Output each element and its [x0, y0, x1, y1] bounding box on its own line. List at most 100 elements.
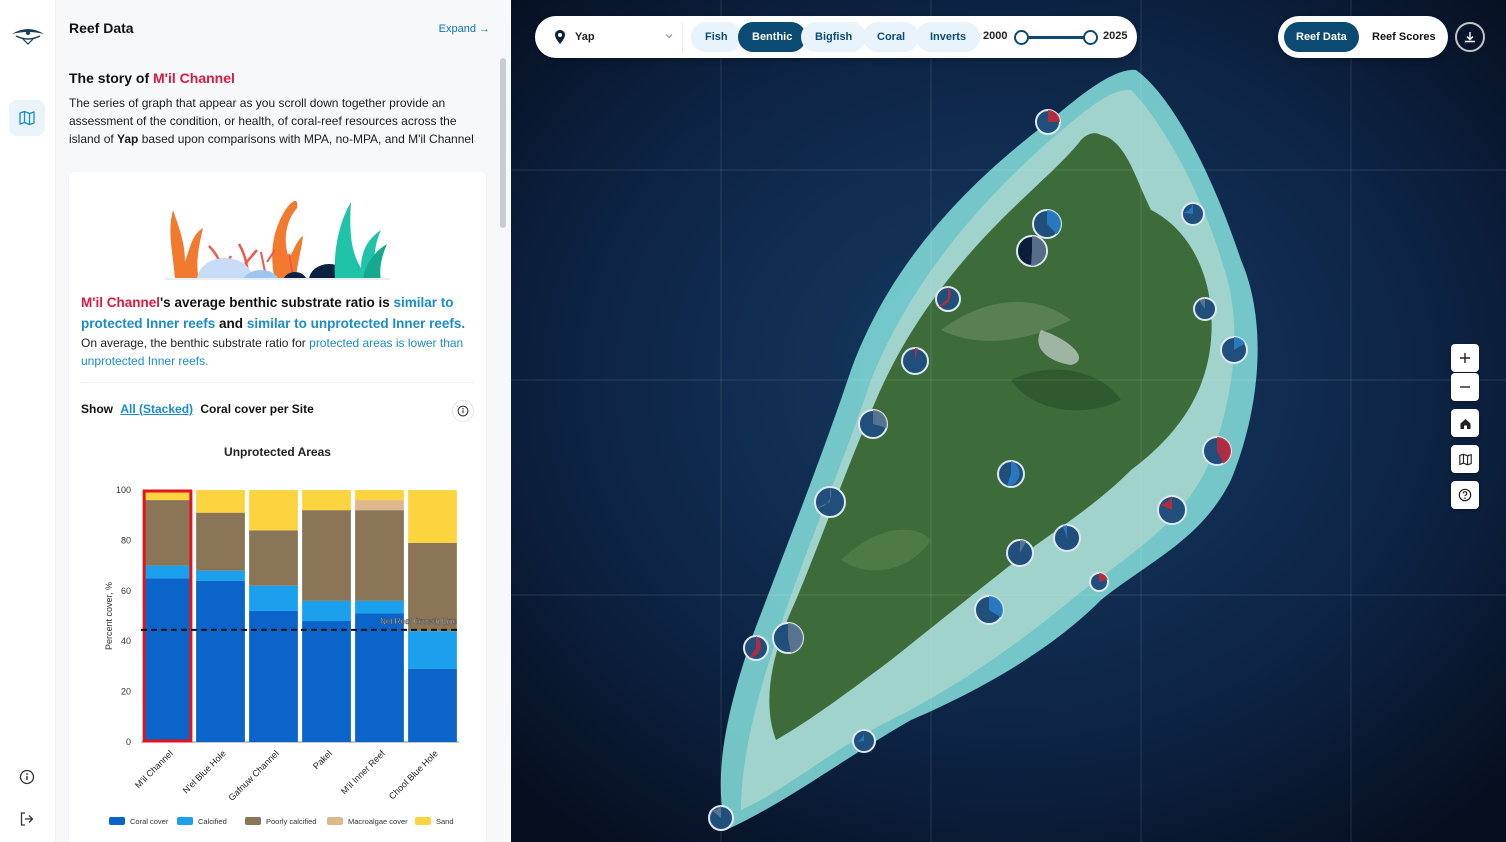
view-toggle: Reef Data Reef Scores [1278, 16, 1448, 58]
location-select[interactable]: Yap [545, 22, 683, 52]
stack-mode-dropdown[interactable]: All (Stacked) [120, 402, 193, 416]
chart-info-button[interactable] [452, 400, 474, 422]
micronesia-reef-monitoring-logo [12, 29, 44, 45]
subtext-a: On average, the benthic substrate ratio … [81, 336, 310, 350]
headline-and: and [215, 316, 247, 331]
benthic-card: M'il Channel's average benthic substrate… [69, 172, 486, 842]
coral-reef-illustration [165, 200, 390, 280]
headline-text: 's average benthic substrate ratio is [159, 295, 394, 310]
bar-segment [302, 621, 351, 742]
download-icon [1465, 32, 1475, 43]
layer-tab-coral[interactable]: Coral [863, 22, 920, 52]
bar-segment [355, 500, 404, 511]
layer-tab-bigfish[interactable]: Bigfish [801, 22, 867, 52]
bar-segment [143, 565, 192, 579]
legend-label: Sand [436, 817, 454, 826]
legend-label: Poorly calcified [266, 817, 316, 826]
bar-segment [196, 490, 245, 513]
bar-segment [196, 570, 245, 581]
home-icon [1460, 418, 1470, 429]
basemap-button[interactable] [1451, 445, 1479, 473]
bar-segment [355, 490, 404, 501]
bar-segment [249, 585, 298, 611]
y-tick-label: 100 [116, 485, 131, 495]
layer-tab-fish[interactable]: Fish [691, 22, 742, 52]
logout-button[interactable] [9, 801, 45, 837]
divider [81, 382, 474, 383]
bar-segment [302, 490, 351, 511]
y-tick-label: 20 [121, 687, 131, 697]
bar-segment [196, 580, 245, 742]
info-button[interactable] [9, 759, 45, 795]
legend-label: Coral cover [130, 817, 169, 826]
legend-swatch [177, 817, 193, 825]
story-description: The series of graph that appear as you s… [69, 94, 489, 148]
layer-tab-benthic[interactable]: Benthic [738, 22, 807, 52]
x-tick-label: Pakel [311, 748, 334, 771]
year-end: 2025 [1103, 30, 1128, 42]
panel-title: Reef Data [69, 20, 134, 36]
panel-scrollbar[interactable] [500, 58, 506, 228]
x-tick-label: Chool Blue Hole [387, 748, 440, 801]
bar-segment [143, 578, 192, 742]
zoom-out-button[interactable] [1451, 373, 1479, 401]
help-button[interactable] [1451, 481, 1479, 509]
bar-segment [196, 512, 245, 571]
show-label: Show [81, 402, 113, 416]
map-nav-button[interactable] [9, 100, 45, 136]
bar-segment [249, 490, 298, 531]
layer-toolbar: Yap Fish Benthic Bigfish Coral Inverts 2… [535, 16, 1137, 58]
help-icon [1458, 488, 1472, 502]
home-button[interactable] [1451, 409, 1479, 437]
info-icon [457, 405, 469, 417]
reference-line-label: Net Reef Growth Line [380, 617, 457, 626]
zoom-in-icon [1460, 353, 1470, 363]
summary-subtext: On average, the benthic substrate ratio … [81, 334, 476, 370]
year-start: 2000 [983, 30, 1008, 42]
y-tick-label: 40 [121, 636, 131, 646]
story-text-b: based upon comparisons with MPA, no-MPA,… [138, 132, 474, 146]
zoom-in-button[interactable] [1451, 344, 1479, 372]
year-end-handle[interactable] [1083, 30, 1098, 45]
y-tick-label: 60 [121, 586, 131, 596]
show-selector-row: Show All (Stacked) Coral cover per Site [81, 400, 474, 422]
story-title-prefix: The story of [69, 70, 154, 86]
chevron-down-icon [665, 34, 673, 39]
map-icon [19, 110, 35, 126]
location-pin-icon [555, 30, 565, 44]
icon-rail [0, 0, 56, 842]
bar-segment [408, 668, 457, 742]
legend-swatch [245, 817, 261, 825]
story-title: The story of M'il Channel [69, 70, 235, 86]
bar-segment [143, 500, 192, 566]
reef-scores-tab[interactable]: Reef Scores [1360, 22, 1448, 52]
expand-link[interactable]: Expand → [439, 23, 490, 35]
reef-data-panel: Reef Data Expand → The story of M'il Cha… [56, 0, 510, 842]
logout-icon [20, 812, 34, 826]
y-tick-label: 0 [126, 737, 131, 747]
legend-swatch [415, 817, 431, 825]
map-view[interactable]: Yap Fish Benthic Bigfish Coral Inverts 2… [511, 0, 1506, 842]
bar-segment [355, 613, 404, 742]
satellite-map[interactable] [511, 0, 1506, 842]
panel-header: Reef Data Expand → [69, 20, 490, 40]
download-button[interactable] [1455, 22, 1485, 52]
legend-swatch [109, 817, 125, 825]
summary-headline: M'il Channel's average benthic substrate… [81, 292, 476, 334]
x-tick-label: M'il Inner Reef [339, 748, 387, 796]
year-range-slider[interactable] [1021, 36, 1091, 39]
headline-site: M'il Channel [81, 295, 160, 310]
bar-segment [408, 631, 457, 669]
bar-segment [302, 600, 351, 622]
zoom-out-icon [1460, 386, 1470, 388]
bar-segment [355, 600, 404, 614]
x-tick-label: Gafnuw Channel [226, 748, 280, 802]
bar-segment [249, 530, 298, 586]
location-value: Yap [575, 31, 595, 43]
bar-segment [355, 510, 404, 601]
layer-tab-inverts[interactable]: Inverts [916, 22, 981, 52]
x-tick-label: M'il Channel [133, 748, 175, 790]
reef-data-tab[interactable]: Reef Data [1284, 22, 1359, 52]
headline-link-unprotected[interactable]: similar to unprotected Inner reefs. [247, 316, 465, 331]
year-start-handle[interactable] [1014, 30, 1029, 45]
